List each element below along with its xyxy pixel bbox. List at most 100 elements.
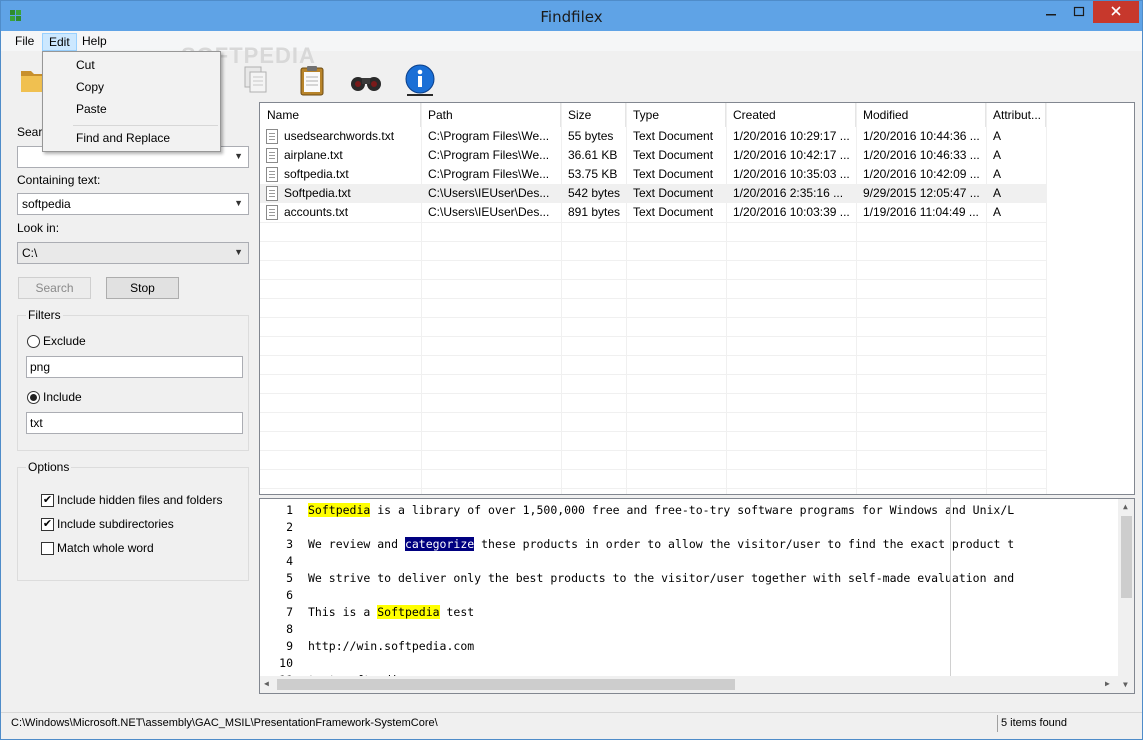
maximize-button[interactable] bbox=[1065, 1, 1093, 23]
stop-button[interactable]: Stop bbox=[106, 277, 179, 299]
minimize-icon bbox=[1046, 14, 1056, 16]
scroll-right-icon[interactable]: ▶ bbox=[1105, 679, 1110, 688]
binoculars-icon bbox=[351, 77, 381, 91]
lookin-label: Look in: bbox=[17, 221, 60, 235]
grid-line bbox=[260, 241, 1046, 242]
horizontal-scrollbar[interactable]: ◀ ▶ bbox=[260, 676, 1118, 693]
menu-bar: File Edit Help bbox=[1, 31, 1142, 51]
line-number: 2 bbox=[286, 520, 293, 534]
close-icon bbox=[1111, 6, 1121, 16]
grid-line bbox=[260, 431, 1046, 432]
cell-type: Text Document bbox=[633, 205, 714, 219]
search-highlight: Softpedia bbox=[377, 605, 440, 619]
vertical-scroll-thumb[interactable] bbox=[1121, 516, 1132, 598]
minimize-button[interactable] bbox=[1037, 1, 1065, 23]
line-number: 9 bbox=[286, 639, 293, 653]
filters-group: Filters Exclude png Include txt bbox=[17, 308, 249, 451]
table-row[interactable]: airplane.txt C:\Program Files\We... 36.61 … bbox=[260, 146, 1046, 165]
lookin-combo[interactable]: C:\ ▼ bbox=[17, 242, 249, 264]
vertical-scrollbar[interactable]: ▲ ▼ bbox=[1118, 499, 1134, 693]
column-separator bbox=[421, 103, 422, 494]
column-separator bbox=[561, 103, 562, 494]
scroll-up-icon[interactable]: ▲ bbox=[1123, 502, 1128, 511]
search-highlight: categorize bbox=[404, 537, 475, 551]
line-number: 1 bbox=[286, 503, 293, 517]
line-text: http://win.softpedia.com bbox=[308, 638, 474, 655]
line-text: Softpedia is a library of over 1,500,000… bbox=[308, 502, 1014, 519]
cell-path: C:\Users\IEUser\Des... bbox=[428, 186, 550, 200]
grid-line bbox=[260, 222, 1046, 223]
exclude-radio[interactable] bbox=[27, 335, 40, 348]
grid-line bbox=[260, 317, 1046, 318]
cell-path: C:\Program Files\We... bbox=[428, 167, 550, 181]
cell-type: Text Document bbox=[633, 186, 714, 200]
grid-line bbox=[260, 393, 1046, 394]
line-number: 7 bbox=[286, 605, 293, 619]
table-row[interactable]: Softpedia.txt C:\Users\IEUser\Des... 542 b… bbox=[260, 184, 1046, 203]
horizontal-scroll-thumb[interactable] bbox=[277, 679, 735, 690]
text-span: test bbox=[439, 605, 475, 619]
containing-combo[interactable]: softpedia ▼ bbox=[17, 193, 249, 215]
cell-path: C:\Program Files\We... bbox=[428, 129, 550, 143]
text-span: is a library of over 1,500,000 free and … bbox=[370, 503, 1015, 517]
table-row[interactable]: accounts.txt C:\Users\IEUser\Des... 891 by… bbox=[260, 203, 1046, 222]
search-label: Sear bbox=[17, 125, 43, 139]
cell-created: 1/20/2016 10:03:39 ... bbox=[733, 205, 850, 219]
filters-title: Filters bbox=[26, 308, 63, 322]
menu-help[interactable]: Help bbox=[76, 33, 113, 51]
line-number: 3 bbox=[286, 537, 293, 551]
column-size[interactable]: Size bbox=[561, 103, 626, 127]
menu-item-find-replace[interactable]: Find and Replace bbox=[76, 131, 170, 145]
info-icon bbox=[405, 64, 435, 96]
menu-item-cut[interactable]: Cut bbox=[76, 58, 95, 72]
info-button[interactable] bbox=[403, 63, 437, 97]
scroll-left-icon[interactable]: ◀ bbox=[264, 679, 269, 688]
search-highlight: Softpedia bbox=[308, 503, 371, 517]
menu-item-copy[interactable]: Copy bbox=[76, 80, 104, 94]
table-row[interactable]: usedsearchwords.txt C:\Program Files\We..… bbox=[260, 127, 1046, 146]
menu-item-paste[interactable]: Paste bbox=[76, 102, 107, 116]
line-number: 8 bbox=[286, 622, 293, 636]
cell-created: 1/20/2016 10:35:03 ... bbox=[733, 167, 850, 181]
chevron-down-icon: ▼ bbox=[234, 198, 243, 208]
column-name[interactable]: Name bbox=[260, 103, 421, 127]
include-radio[interactable] bbox=[27, 391, 40, 404]
cell-created: 1/20/2016 2:35:16 ... bbox=[733, 186, 844, 200]
subdirectories-checkbox[interactable]: ✔ bbox=[41, 518, 54, 531]
column-type[interactable]: Type bbox=[626, 103, 726, 127]
table-row[interactable]: softpedia.txt C:\Program Files\We... 53.75… bbox=[260, 165, 1046, 184]
column-path[interactable]: Path bbox=[421, 103, 561, 127]
column-separator bbox=[856, 103, 857, 494]
cell-modified: 1/20/2016 10:44:36 ... bbox=[863, 129, 980, 143]
search-button[interactable]: Search bbox=[18, 277, 91, 299]
column-attributes[interactable]: Attribut... bbox=[986, 103, 1046, 127]
exclude-label: Exclude bbox=[43, 334, 86, 348]
menu-edit[interactable]: Edit bbox=[42, 33, 77, 51]
line-text: We review and categorize these products … bbox=[308, 536, 1014, 553]
text-span: http://win.softpedia.com bbox=[308, 639, 475, 653]
hidden-files-checkbox[interactable]: ✔ bbox=[41, 494, 54, 507]
cell-path: C:\Program Files\We... bbox=[428, 148, 550, 162]
binoculars-button[interactable] bbox=[349, 63, 383, 97]
whole-word-checkbox[interactable] bbox=[41, 542, 54, 555]
text-preview[interactable]: 1 Softpedia is a library of over 1,500,00… bbox=[259, 498, 1135, 694]
scroll-down-icon[interactable]: ▼ bbox=[1123, 680, 1128, 689]
file-list: Name Path Size Type Created Modified Att… bbox=[259, 102, 1135, 495]
text-span: We review and bbox=[308, 537, 405, 551]
search-panel: Sear ▼ Containing text: softpedia ▼ Look… bbox=[9, 101, 257, 709]
exclude-input[interactable]: png bbox=[26, 356, 243, 378]
cell-modified: 9/29/2015 12:05:47 ... bbox=[863, 186, 980, 200]
cell-type: Text Document bbox=[633, 167, 714, 181]
line-text: This is a Softpedia test bbox=[308, 604, 474, 621]
column-modified[interactable]: Modified bbox=[856, 103, 986, 127]
column-separator bbox=[986, 103, 987, 494]
include-input[interactable]: txt bbox=[26, 412, 243, 434]
column-created[interactable]: Created bbox=[726, 103, 856, 127]
status-path: C:\Windows\Microsoft.NET\assembly\GAC_MS… bbox=[11, 717, 438, 729]
maximize-icon bbox=[1073, 6, 1085, 17]
status-bar: C:\Windows\Microsoft.NET\assembly\GAC_MS… bbox=[1, 712, 1142, 734]
close-button[interactable] bbox=[1093, 1, 1139, 23]
options-group: Options ✔ Include hidden files and folde… bbox=[17, 460, 249, 581]
text-span: We strive to deliver only the best produ… bbox=[308, 571, 1015, 585]
menu-file[interactable]: File bbox=[9, 33, 40, 51]
